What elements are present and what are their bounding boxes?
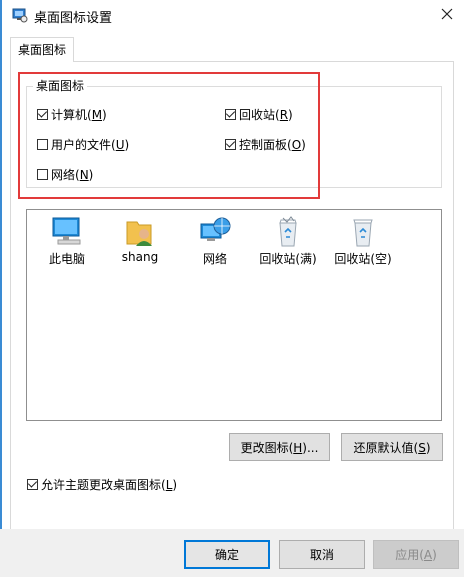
checkbox-network[interactable]: 网络(N) — [37, 166, 93, 183]
checkbox-label: 网络(N) — [51, 168, 94, 182]
ok-button[interactable]: 确定 — [184, 540, 270, 569]
checkbox-label: 用户的文件(U) — [51, 138, 130, 152]
tab-label: 桌面图标 — [17, 43, 66, 57]
checkbox-label: 允许主题更改桌面图标(L) — [41, 478, 178, 492]
checkbox-label: 计算机(M) — [51, 108, 107, 122]
checkbox-user-files[interactable]: 用户的文件(U) — [37, 136, 129, 153]
recycle-bin-full-icon — [279, 216, 297, 247]
button-label: 更改图标(H)... — [240, 440, 319, 455]
checkbox-box[interactable] — [27, 479, 38, 490]
apply-button[interactable]: 应用(A) — [373, 540, 459, 569]
restore-default-button[interactable]: 还原默认值(S) — [341, 433, 443, 461]
list-item-recycle-empty[interactable]: 回收站(空) — [327, 216, 399, 267]
title-bar[interactable]: 桌面图标设置 — [2, 0, 464, 29]
tab-desktop-icons[interactable]: 桌面图标 — [10, 37, 74, 62]
checkbox-allow-themes[interactable]: 允许主题更改桌面图标(L) — [27, 476, 177, 493]
icon-label: 回收站(空) — [334, 252, 392, 266]
checkbox-box[interactable] — [37, 139, 48, 150]
icon-label: 此电脑 — [48, 252, 85, 266]
checkbox-box[interactable] — [225, 139, 236, 150]
icon-label: 网络 — [202, 252, 227, 266]
list-item-recycle-full[interactable]: 回收站(满) — [252, 216, 324, 267]
checkbox-label: 回收站(R) — [239, 108, 293, 122]
checkbox-box[interactable] — [37, 169, 48, 180]
list-item-user[interactable]: shang — [104, 216, 176, 264]
checkbox-recycle-bin[interactable]: 回收站(R) — [225, 106, 293, 123]
icon-label: 回收站(满) — [259, 252, 317, 266]
desktop-settings-icon — [12, 7, 28, 23]
button-label: 应用(A) — [395, 548, 437, 562]
checkbox-box[interactable] — [37, 109, 48, 120]
computer-icon — [52, 217, 81, 245]
close-icon — [441, 8, 453, 20]
list-item-this-pc[interactable]: 此电脑 — [31, 216, 103, 267]
checkbox-computer[interactable]: 计算机(M) — [37, 106, 107, 123]
button-label: 还原默认值(S) — [353, 440, 431, 455]
window-edge — [0, 0, 2, 577]
window-title: 桌面图标设置 — [34, 11, 113, 26]
recycle-bin-empty-icon — [353, 219, 373, 247]
icon-label: shang — [121, 250, 159, 264]
group-legend: 桌面图标 — [33, 77, 88, 94]
checkbox-control-panel[interactable]: 控制面板(O) — [225, 136, 306, 153]
checkbox-label: 控制面板(O) — [239, 138, 306, 152]
list-item-network[interactable]: 网络 — [179, 216, 251, 267]
user-folder-icon — [126, 221, 152, 246]
close-button[interactable] — [434, 3, 460, 25]
button-label: 确定 — [214, 548, 239, 562]
button-label: 取消 — [309, 548, 334, 562]
change-icon-button[interactable]: 更改图标(H)... — [229, 433, 330, 461]
checkbox-box[interactable] — [225, 109, 236, 120]
cancel-button[interactable]: 取消 — [279, 540, 365, 569]
network-icon — [200, 217, 231, 241]
desktop-icon-list[interactable]: 此电脑 shang 网络 回收站(满) 回收站(空) — [26, 209, 442, 421]
